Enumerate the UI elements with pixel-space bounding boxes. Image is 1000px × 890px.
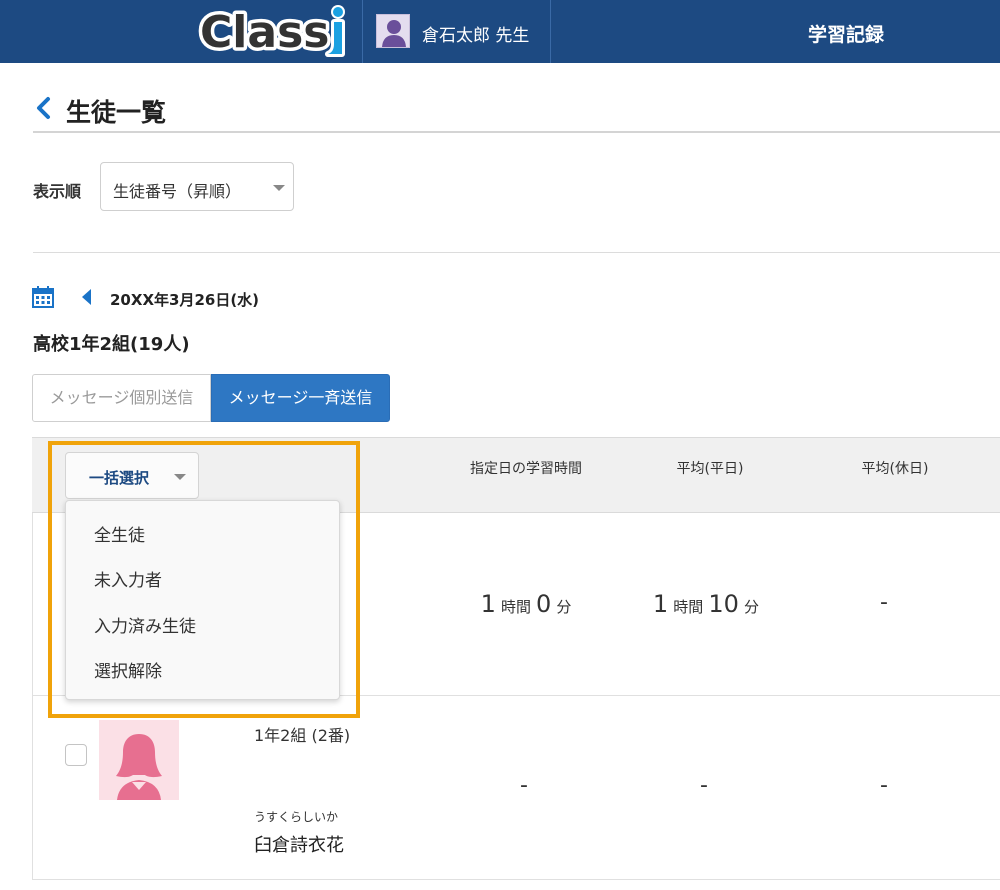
send-bulk-message-button[interactable]: メッセージ一斉送信 <box>211 374 390 422</box>
page-title: 生徒一覧 <box>66 98 167 127</box>
student-name[interactable]: 臼倉詩衣花 <box>254 831 344 857</box>
menu-item-entered[interactable]: 入力済み生徒 <box>94 612 196 637</box>
teacher-name: 倉石太郎 先生 <box>422 26 530 46</box>
divider <box>33 131 1000 133</box>
avg-holiday-cell: - <box>880 773 888 798</box>
student-name-kana: うすくらしいか <box>254 810 339 824</box>
column-header-avg-weekday: 平均(平日) <box>676 461 744 477</box>
sort-select[interactable]: 生徒番号（昇順） <box>100 162 294 211</box>
menu-item-clear-selection[interactable]: 選択解除 <box>94 657 162 682</box>
student-avatar-icon <box>99 720 179 800</box>
bulk-select-button[interactable]: 一括選択 <box>65 452 199 499</box>
class-name: 高校1年2組(19人) <box>33 334 190 355</box>
hours-unit: 時間 <box>673 598 704 616</box>
sort-label: 表示順 <box>33 182 82 201</box>
triangle-left-icon[interactable] <box>82 289 91 305</box>
caret-down-icon <box>174 474 186 480</box>
column-header-avg-holiday: 平均(休日) <box>861 461 929 477</box>
send-individual-message-button[interactable]: メッセージ個別送信 <box>32 374 211 422</box>
calendar-icon[interactable] <box>32 286 54 308</box>
minutes-value: 10 <box>708 590 739 618</box>
minutes-unit: 分 <box>744 598 760 616</box>
column-header-study-time: 指定日の学習時間 <box>470 461 582 477</box>
hours-value: 1 <box>652 590 669 618</box>
student-checkbox[interactable] <box>65 744 87 766</box>
avg-holiday-cell: - <box>880 590 888 615</box>
chevron-left-icon[interactable] <box>33 96 55 120</box>
hours-unit: 時間 <box>500 598 531 616</box>
divider <box>33 252 1000 253</box>
menu-item-not-entered[interactable]: 未入力者 <box>94 566 162 591</box>
current-date: 20XX年3月26日(水) <box>110 291 260 309</box>
bulk-select-label: 一括選択 <box>89 469 150 487</box>
classi-logo[interactable]: Class Class <box>192 0 362 63</box>
student-class-number: 1年2組 (2番) <box>254 726 351 745</box>
hours-value: 1 <box>480 590 496 618</box>
study-time-cell: - <box>520 773 528 798</box>
minutes-value: 0 <box>536 590 552 618</box>
app-title: 学習記録 <box>808 24 885 46</box>
study-time-cell: 1 時間 0 分 <box>481 590 572 618</box>
header-divider <box>550 0 551 63</box>
teacher-avatar-icon <box>376 14 410 48</box>
menu-item-all-students[interactable]: 全生徒 <box>94 521 145 546</box>
user-menu[interactable]: 倉石太郎 先生 <box>362 0 550 63</box>
avg-weekday-cell: - <box>700 773 708 798</box>
bulk-select-menu: 全生徒 未入力者 入力済み生徒 選択解除 <box>65 500 340 700</box>
minutes-unit: 分 <box>556 598 572 616</box>
svg-text:Class: Class <box>200 7 329 58</box>
avg-weekday-cell: 1 時間 10 分 <box>653 590 759 618</box>
sort-selected-value: 生徒番号（昇順） <box>113 182 242 201</box>
caret-down-icon <box>273 185 285 191</box>
